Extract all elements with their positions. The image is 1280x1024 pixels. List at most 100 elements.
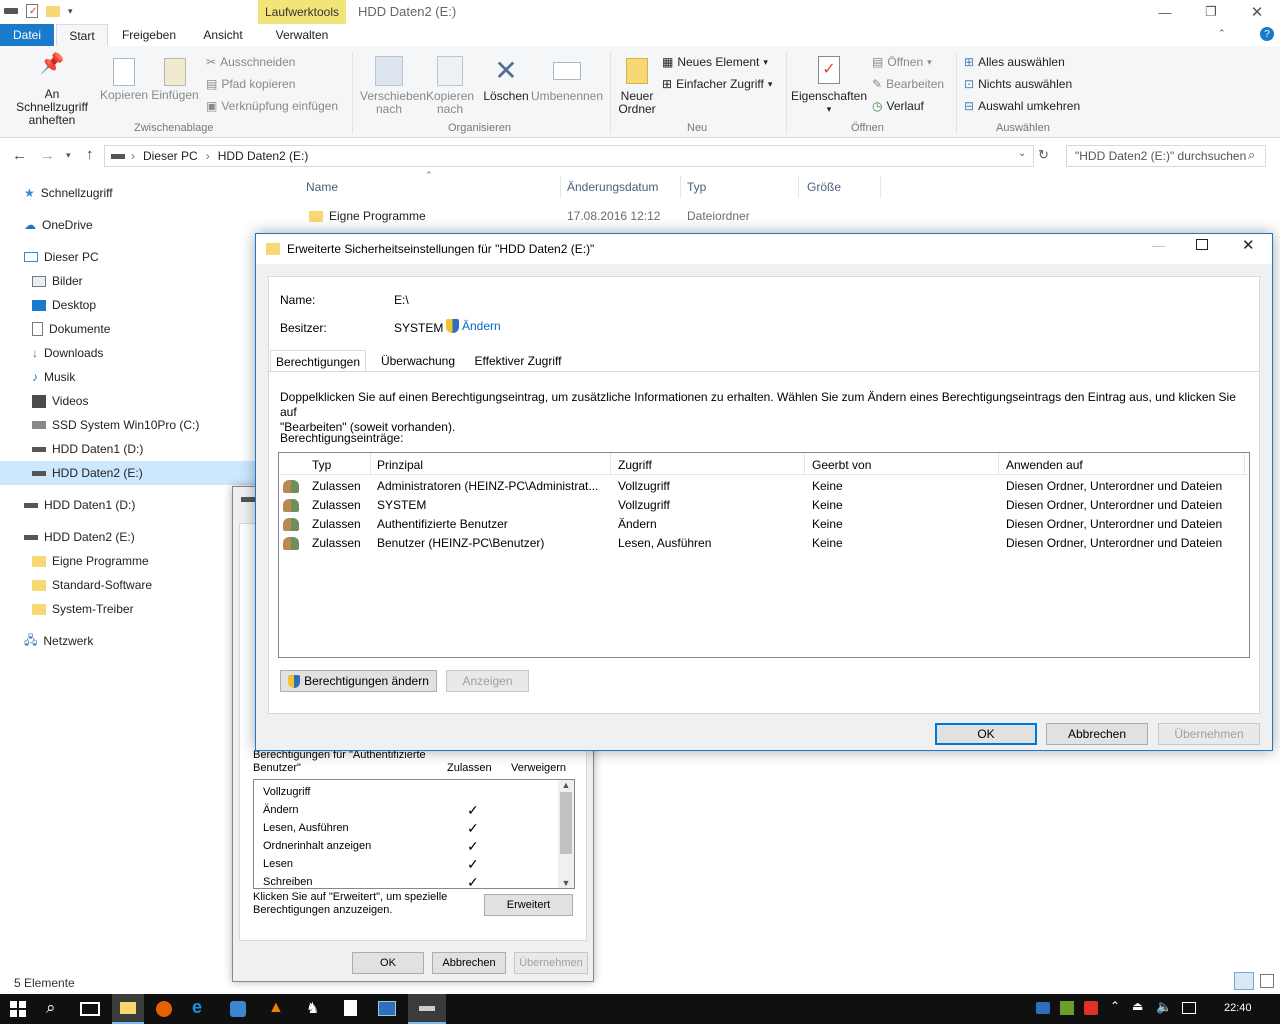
permission-row[interactable]: Ordnerinhalt anzeigen ✓ xyxy=(263,837,553,855)
tray-antivirus-icon[interactable] xyxy=(1084,1001,1098,1015)
easy-access-button[interactable]: ⊞ Einfacher Zugriff ▾ xyxy=(662,77,772,91)
nav-music[interactable]: ♪ Musik xyxy=(32,366,75,388)
select-all-button[interactable]: ⊞ Alles auswählen xyxy=(964,55,1065,69)
permission-entry-row[interactable]: Zulassen Administratoren (HEINZ-PC\Admini… xyxy=(279,477,1243,496)
minimize-icon[interactable]: — xyxy=(1142,0,1188,24)
column-size[interactable]: Größe xyxy=(807,176,841,198)
advanced-button[interactable]: Erweitert xyxy=(484,894,573,916)
refresh-icon[interactable]: ↻ xyxy=(1038,147,1049,163)
column-type[interactable]: Typ xyxy=(687,176,706,198)
breadcrumb-this-pc[interactable]: Dieser PC xyxy=(143,149,198,163)
col-type[interactable]: Typ xyxy=(312,458,331,472)
rename-button[interactable]: Umbenennen xyxy=(530,56,604,103)
permission-row[interactable]: Ändern ✓ xyxy=(263,801,553,819)
properties-icon[interactable]: ✓ xyxy=(26,4,38,18)
nav-drive-d-root[interactable]: HDD Daten1 (D:) xyxy=(24,494,135,516)
props-apply-button[interactable]: Übernehmen xyxy=(514,952,588,974)
nav-network[interactable]: 🖧 Netzwerk xyxy=(24,630,93,652)
nav-this-pc[interactable]: Dieser PC xyxy=(24,246,99,268)
close-icon[interactable]: ✕ xyxy=(1234,0,1280,24)
qat-dropdown-icon[interactable]: ▾ xyxy=(68,6,73,17)
props-ok-button[interactable]: OK xyxy=(352,952,424,974)
nav-quick-access[interactable]: ★ Schnellzugriff xyxy=(24,182,113,204)
invert-selection-button[interactable]: ⊟ Auswahl umkehren xyxy=(964,99,1080,113)
address-dropdown-icon[interactable]: ⌄ xyxy=(1018,148,1026,159)
copy-button[interactable]: Kopieren xyxy=(100,58,148,102)
pin-to-quick-access-button[interactable]: 📌 An Schnellzugriff anheften xyxy=(4,54,100,127)
app-icon[interactable]: ♞ xyxy=(306,999,319,1017)
tray-remote-icon[interactable] xyxy=(1036,1002,1050,1014)
new-item-button[interactable]: ▦ Neues Element ▾ xyxy=(662,55,768,69)
settings-app-icon[interactable] xyxy=(230,1001,246,1017)
permission-entry-row[interactable]: Zulassen Authentifizierte Benutzer Ändern K… xyxy=(279,515,1243,534)
permission-entry-row[interactable]: Zulassen SYSTEM Vollzugriff Keine Diesen Ord… xyxy=(279,496,1243,515)
search-input[interactable]: "HDD Daten2 (E:)" durchsuchen xyxy=(1066,145,1266,167)
nav-folder-system-treiber[interactable]: System-Treiber xyxy=(32,598,134,620)
task-view-icon[interactable] xyxy=(80,1002,100,1016)
tab-effective-access[interactable]: Effektiver Zugriff xyxy=(468,350,568,372)
change-permissions-button[interactable]: Berechtigungen ändern xyxy=(280,670,437,692)
scroll-down-icon[interactable]: ▼ xyxy=(558,878,574,888)
open-button[interactable]: ▤ Öffnen ▾ xyxy=(872,55,932,69)
col-principal[interactable]: Prinzipal xyxy=(377,458,423,472)
copy-path-button[interactable]: ▤ Pfad kopieren xyxy=(206,77,295,91)
address-bar[interactable]: › Dieser PC › HDD Daten2 (E:) xyxy=(104,145,1034,167)
restore-icon[interactable]: ❐ xyxy=(1188,0,1234,24)
history-button[interactable]: ◷ Verlauf xyxy=(872,99,924,113)
permission-row[interactable]: Vollzugriff xyxy=(263,783,553,801)
scroll-up-icon[interactable]: ▲ xyxy=(558,780,574,790)
up-arrow-icon[interactable]: ↑ xyxy=(86,146,94,163)
start-windows-icon[interactable] xyxy=(10,1001,26,1017)
scroll-thumb[interactable] xyxy=(560,792,572,854)
help-icon[interactable]: ? xyxy=(1260,27,1274,41)
firefox-icon[interactable] xyxy=(156,1001,172,1017)
permissions-scrollbar[interactable]: ▲ ▼ xyxy=(558,780,574,888)
new-folder-icon[interactable] xyxy=(46,5,60,17)
tab-file[interactable]: Datei xyxy=(0,24,54,46)
tab-permissions[interactable]: Berechtigungen xyxy=(270,350,366,372)
file-row[interactable]: Eigne Programme 17.08.2016 12:12 Dateior… xyxy=(306,206,886,226)
edge-icon[interactable]: e xyxy=(192,997,202,1018)
ok-button[interactable]: OK xyxy=(935,723,1037,745)
notepad-icon[interactable] xyxy=(344,1000,357,1016)
search-icon[interactable]: ⌕ xyxy=(1248,147,1255,163)
edit-button[interactable]: ✎ Bearbeiten xyxy=(872,77,944,91)
change-owner-link[interactable]: Ändern xyxy=(446,319,501,333)
tab-view[interactable]: Ansicht xyxy=(190,24,256,46)
tab-manage[interactable]: Verwalten xyxy=(262,24,342,46)
forward-arrow-icon[interactable]: → xyxy=(40,147,55,164)
ribbon-collapse-icon[interactable]: ⌃ xyxy=(1218,28,1226,39)
tray-expand-icon[interactable]: ⌃ xyxy=(1110,999,1120,1013)
breadcrumb-drive[interactable]: HDD Daten2 (E:) xyxy=(218,149,309,163)
back-arrow-icon[interactable]: ← xyxy=(12,147,27,164)
taskbar-drive-window[interactable] xyxy=(408,994,446,1024)
dialog-minimize-icon[interactable]: — xyxy=(1152,238,1165,253)
search-icon[interactable]: ⌕ xyxy=(46,998,56,1018)
nav-onedrive[interactable]: ☁ OneDrive xyxy=(24,214,93,236)
permission-entries-list[interactable]: Typ Prinzipal Zugriff Geerbt von Anwende… xyxy=(278,452,1250,658)
remote-app-icon[interactable] xyxy=(378,1001,396,1016)
select-none-button[interactable]: ⊡ Nichts auswählen xyxy=(964,77,1072,91)
drive-icon[interactable] xyxy=(4,8,18,14)
tray-clock[interactable]: 22:40 xyxy=(1224,1002,1252,1014)
permission-entry-row[interactable]: Zulassen Benutzer (HEINZ-PC\Benutzer) Lese… xyxy=(279,534,1243,553)
column-name[interactable]: Name xyxy=(306,176,338,198)
delete-button[interactable]: ✕ Löschen xyxy=(482,56,530,103)
permission-row[interactable]: Schreiben ✓ xyxy=(263,873,553,891)
dialog-close-icon[interactable]: ✕ xyxy=(1242,236,1255,254)
new-folder-button[interactable]: Neuer Ordner xyxy=(614,56,660,116)
tray-notifications-icon[interactable] xyxy=(1182,1002,1196,1014)
tab-auditing[interactable]: Überwachung xyxy=(372,350,464,372)
recent-locations-icon[interactable]: ▾ xyxy=(66,150,71,161)
nav-videos[interactable]: Videos xyxy=(32,390,88,412)
nav-documents[interactable]: Dokumente xyxy=(32,318,110,340)
nav-desktop[interactable]: Desktop xyxy=(32,294,96,316)
copy-to-button[interactable]: Kopieren nach xyxy=(422,56,478,116)
tab-share[interactable]: Freigeben xyxy=(114,24,184,46)
column-date[interactable]: Änderungsdatum xyxy=(567,176,658,198)
col-applies-to[interactable]: Anwenden auf xyxy=(1006,458,1083,472)
move-to-button[interactable]: Verschieben nach xyxy=(356,56,426,116)
permission-row[interactable]: Lesen ✓ xyxy=(263,855,553,873)
nav-folder-eigne-programme[interactable]: Eigne Programme xyxy=(32,550,149,572)
details-view-icon[interactable] xyxy=(1234,972,1254,990)
